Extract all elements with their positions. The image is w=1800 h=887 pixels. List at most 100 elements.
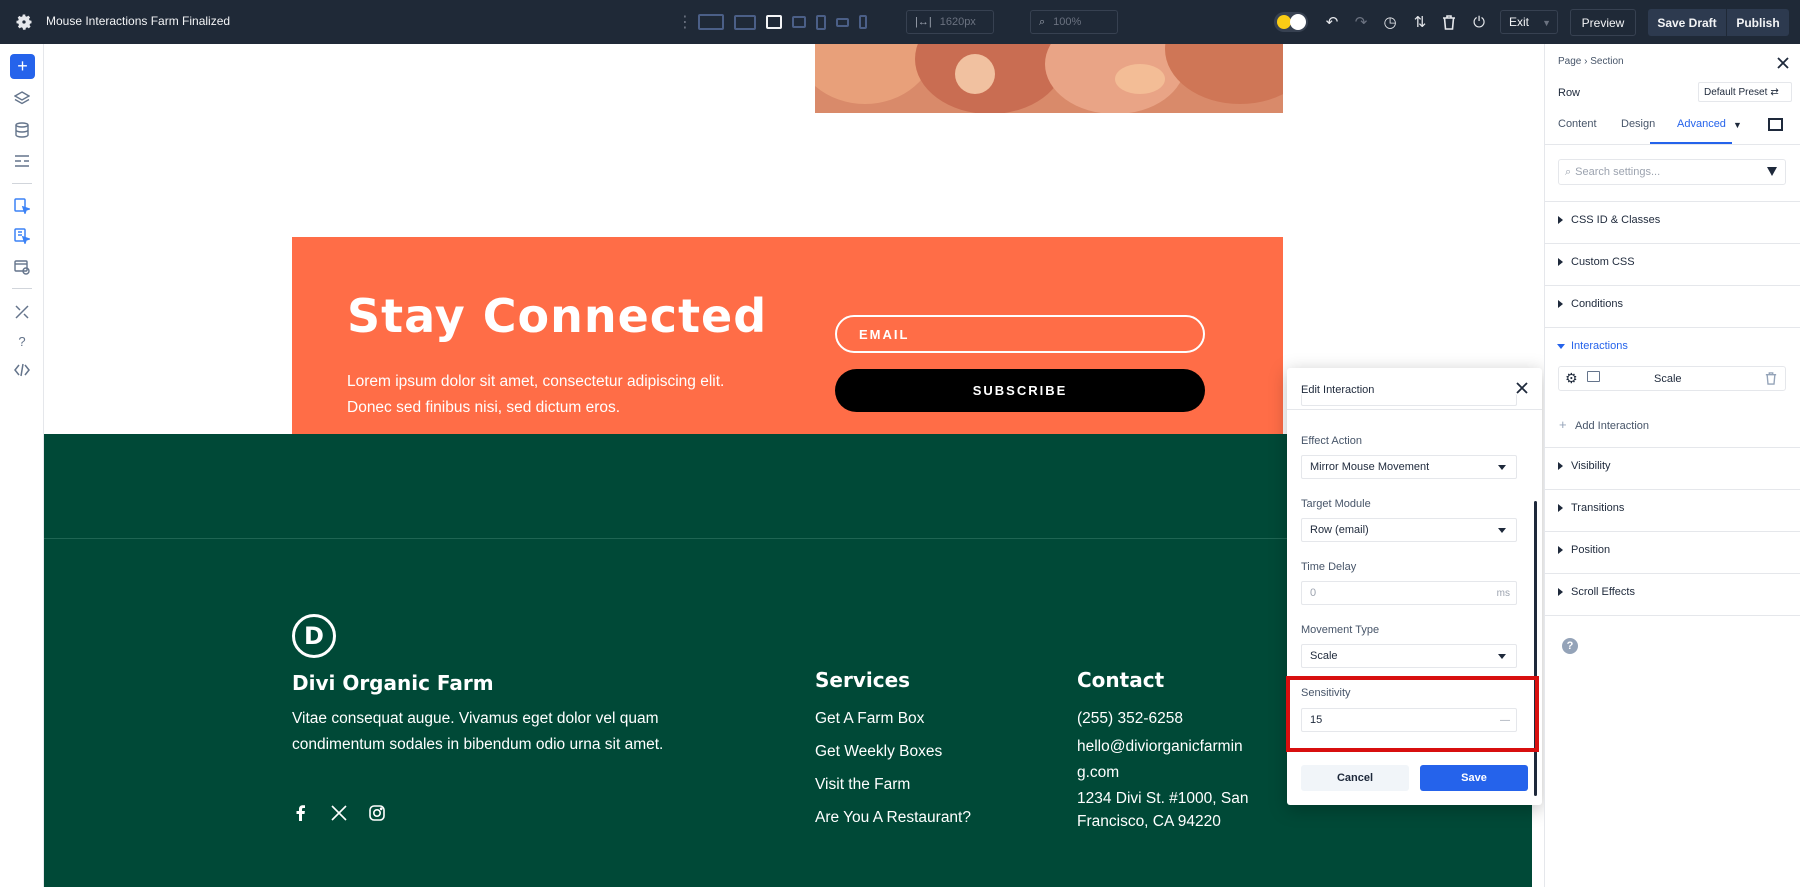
close-icon[interactable] (1776, 56, 1790, 70)
section-scroll-effects[interactable]: Scroll Effects (1545, 573, 1800, 610)
device-switcher: ⋮ (672, 10, 877, 34)
service-link[interactable]: Visit the Farm (815, 776, 910, 794)
section-visibility[interactable]: Visibility (1545, 447, 1800, 484)
service-link[interactable]: Are You A Restaurant? (815, 809, 971, 827)
theme-toggle[interactable] (1274, 12, 1308, 32)
device-desktop-icon[interactable] (734, 10, 756, 34)
effect-action-label: Effect Action (1301, 435, 1362, 447)
section-label: Transitions (1571, 502, 1625, 514)
tab-advanced[interactable]: Advanced (1677, 118, 1726, 130)
preview-button[interactable]: Preview (1570, 9, 1636, 36)
tab-content[interactable]: Content (1558, 118, 1597, 130)
settings-panel: Page › Section Row Default Preset ⇄ Cont… (1544, 44, 1800, 887)
x-twitter-icon[interactable] (330, 804, 348, 822)
email-field[interactable]: EMAIL (835, 315, 1205, 353)
subscribe-button[interactable]: SUBSCRIBE (835, 369, 1205, 412)
target-module-select[interactable]: Row (email) (1301, 518, 1517, 542)
filter-icon[interactable] (1767, 167, 1777, 176)
interaction-page-icon[interactable] (12, 196, 32, 216)
gear-icon[interactable]: ⚙ (1565, 370, 1578, 387)
breadcrumb-section[interactable]: Section (1590, 56, 1623, 67)
layers-icon[interactable] (12, 89, 32, 109)
time-delay-unit: ms (1496, 588, 1510, 599)
sun-icon (1277, 15, 1291, 29)
section-custom-css[interactable]: Custom CSS (1545, 243, 1800, 280)
section-transitions[interactable]: Transitions (1545, 489, 1800, 526)
zoom-search-icon: ⌕ (1039, 15, 1046, 28)
canvas-width-field[interactable]: |↔| 1620px (906, 10, 994, 34)
interaction-pages-icon[interactable] (12, 226, 32, 246)
sort-arrows-icon[interactable]: ⇅ (1410, 12, 1430, 32)
toggle-view-icon[interactable] (1768, 118, 1783, 131)
target-module-value: Row (email) (1310, 524, 1369, 536)
exit-label: Exit (1509, 15, 1530, 29)
toggle-knob (1290, 14, 1306, 30)
device-phone-icon[interactable] (859, 10, 867, 34)
tab-design[interactable]: Design (1621, 118, 1655, 130)
plus-icon: + (1559, 417, 1567, 432)
tools-icon[interactable] (12, 302, 32, 322)
previous-field-partial[interactable] (1301, 394, 1517, 406)
time-delay-input[interactable]: 0 ms (1301, 581, 1517, 605)
more-vertical-icon[interactable]: ⋮ (672, 12, 698, 32)
settings-gear-icon[interactable] (14, 12, 34, 32)
section-label: Position (1571, 544, 1611, 556)
effect-action-select[interactable]: Mirror Mouse Movement (1301, 455, 1517, 479)
power-icon[interactable]: ⏻ (1469, 12, 1489, 32)
instagram-icon[interactable] (368, 804, 386, 822)
cancel-button[interactable]: Cancel (1301, 765, 1409, 791)
add-element-button[interactable]: + (10, 54, 35, 79)
expand-arrow-icon (1558, 216, 1563, 224)
expand-arrow-icon (1558, 546, 1563, 554)
save-button[interactable]: Save (1420, 765, 1528, 791)
redo-icon[interactable]: ↷ (1351, 12, 1371, 32)
service-link[interactable]: Get Weekly Boxes (815, 743, 942, 761)
database-icon[interactable] (12, 120, 32, 140)
left-sidebar: + ? (0, 44, 44, 887)
service-link[interactable]: Get A Farm Box (815, 710, 924, 728)
zoom-value: 100% (1053, 16, 1082, 28)
breadcrumb-page[interactable]: Page (1558, 56, 1581, 67)
help-icon[interactable]: ? (1562, 638, 1578, 654)
add-interaction-button[interactable]: + Add Interaction (1559, 417, 1649, 432)
preset-options-icon: ⇄ (1770, 86, 1779, 98)
breadcrumb: Page › Section (1558, 56, 1624, 67)
exit-button[interactable]: Exit ▼ (1500, 10, 1558, 34)
layout-rows-icon[interactable] (12, 151, 32, 171)
trash-icon[interactable] (1765, 372, 1777, 388)
device-desktop-wide-icon[interactable] (698, 10, 724, 34)
time-delay-value: 0 (1310, 587, 1317, 599)
expand-arrow-icon (1558, 258, 1563, 266)
section-conditions[interactable]: Conditions (1545, 285, 1800, 322)
cta-heading: Stay Connected (347, 289, 768, 343)
undo-icon[interactable]: ↶ (1322, 12, 1342, 32)
publish-button[interactable]: Publish (1727, 9, 1789, 36)
code-icon[interactable] (12, 360, 32, 380)
contact-phone[interactable]: (255) 352-6258 (1077, 710, 1183, 728)
history-clock-icon[interactable]: ◷ (1380, 12, 1400, 32)
duplicate-icon[interactable] (1587, 371, 1600, 382)
page-settings-icon[interactable] (12, 257, 32, 277)
device-laptop-icon[interactable] (766, 10, 782, 34)
expand-arrow-icon (1558, 504, 1563, 512)
collapse-arrow-icon (1557, 344, 1565, 349)
facebook-icon[interactable] (292, 804, 310, 822)
preset-select[interactable]: Default Preset ⇄ (1698, 82, 1792, 102)
save-draft-button[interactable]: Save Draft (1648, 9, 1726, 36)
trash-icon[interactable] (1439, 12, 1459, 32)
device-tablet-icon[interactable] (816, 10, 826, 34)
device-tablet-landscape-icon[interactable] (792, 10, 806, 34)
settings-search-input[interactable]: ⌕ Search settings... (1558, 159, 1786, 185)
section-position[interactable]: Position (1545, 531, 1800, 568)
tab-dropdown-icon[interactable]: ▼ (1733, 120, 1742, 130)
zoom-field[interactable]: ⌕ 100% (1030, 10, 1118, 34)
section-css-id-classes[interactable]: CSS ID & Classes (1545, 201, 1800, 238)
help-question-icon[interactable]: ? (12, 331, 32, 351)
device-phone-landscape-icon[interactable] (836, 10, 849, 34)
movement-type-select[interactable]: Scale (1301, 644, 1517, 668)
element-label: Row (1558, 87, 1581, 99)
interaction-name: Scale (1654, 373, 1682, 385)
divi-logo: D (292, 614, 336, 658)
interaction-item[interactable]: ⚙ Scale (1558, 366, 1786, 391)
contact-email[interactable]: hello@diviorganicfarming.com (1077, 734, 1252, 786)
